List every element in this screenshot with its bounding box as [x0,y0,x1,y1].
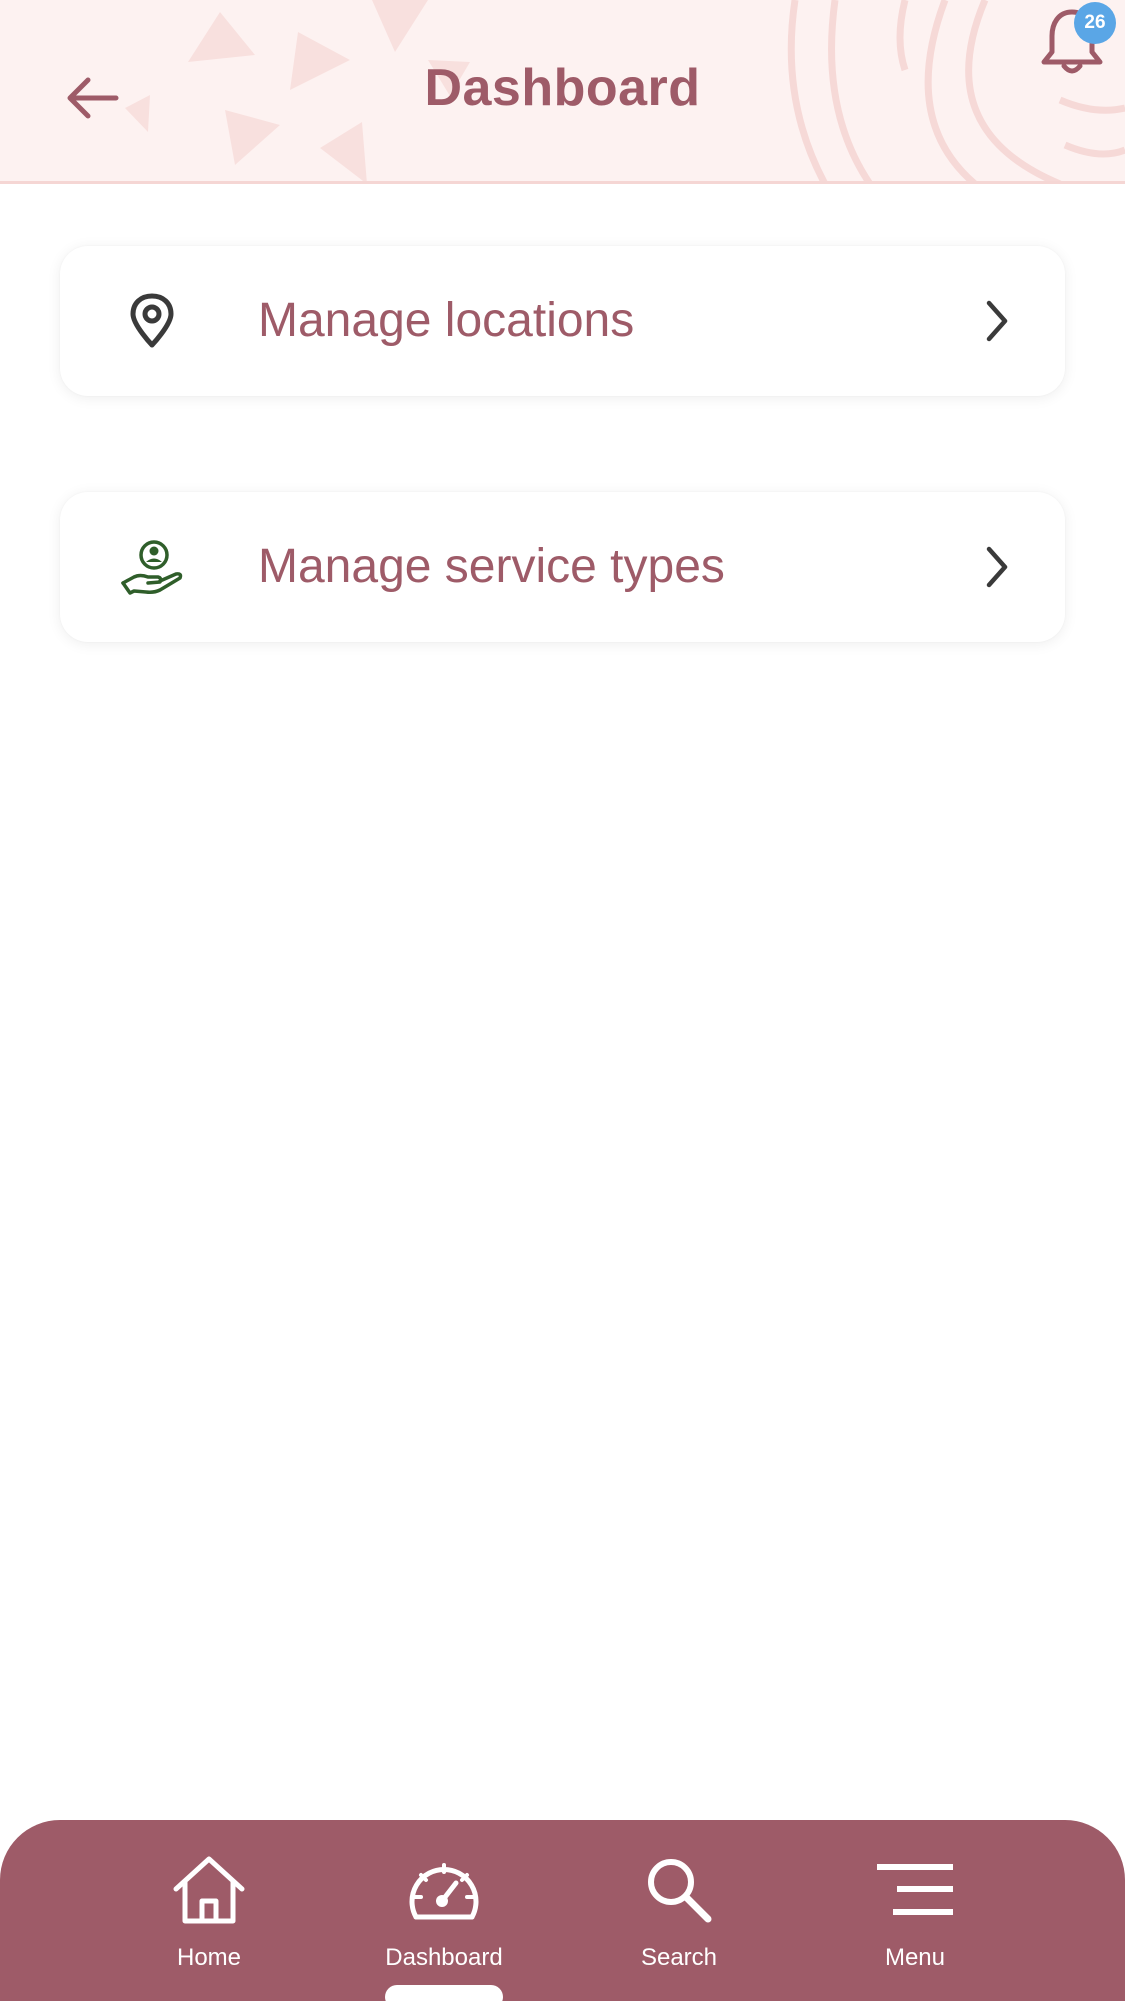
menu-icon [875,1850,955,1930]
manage-locations-card[interactable]: Manage locations [60,246,1065,396]
app-header: Dashboard 26 [0,0,1125,184]
home-icon [169,1850,249,1930]
nav-dashboard[interactable]: Dashboard [354,1820,534,2001]
map-pin-icon [112,281,192,361]
card-label: Manage locations [258,294,635,347]
speedometer-icon [404,1850,484,1930]
nav-label: Dashboard [385,1944,503,1971]
nav-search[interactable]: Search [589,1820,769,2001]
hand-person-icon [112,527,192,607]
dashboard-screen: Dashboard 26 Manage locations Manage ser… [0,0,1125,2001]
manage-service-types-card[interactable]: Manage service types [60,492,1065,642]
active-tab-indicator [385,1985,503,2001]
bottom-navigation: Home Dashboard Search Menu [0,1820,1125,2001]
nav-menu[interactable]: Menu [825,1820,1005,2001]
search-icon [639,1850,719,1930]
nav-label: Search [640,1944,718,1971]
page-title: Dashboard [424,59,701,117]
chevron-right-icon [977,542,1017,592]
chevron-right-icon [977,296,1017,346]
nav-label: Menu [884,1944,946,1971]
card-label: Manage service types [258,540,725,593]
notification-badge: 26 [1074,2,1116,44]
nav-label: Home [176,1944,242,1971]
nav-home[interactable]: Home [119,1820,299,2001]
